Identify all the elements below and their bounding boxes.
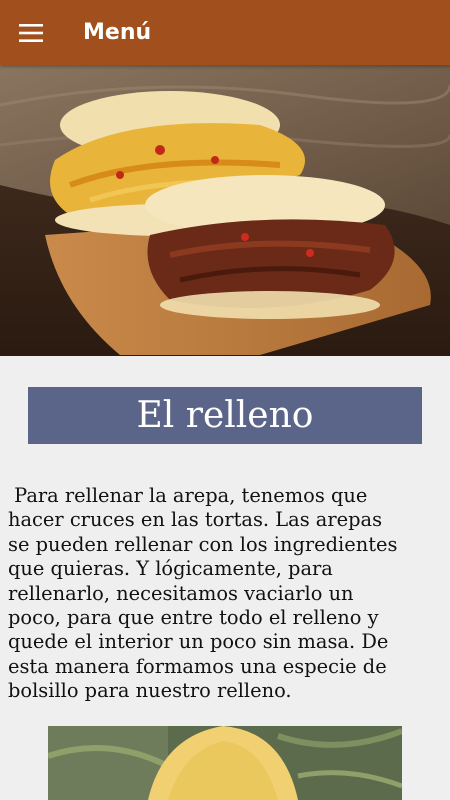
app-bar-title: Menú [83, 20, 152, 45]
arepa-photo [48, 726, 402, 800]
arepas-hero-image [0, 65, 450, 356]
hamburger-menu-icon[interactable] [0, 0, 62, 65]
section-title: El relleno [28, 387, 422, 444]
app-bar: Menú [0, 0, 450, 65]
section-paragraph: Para rellenar la arepa, tenemos que hace… [8, 484, 398, 703]
